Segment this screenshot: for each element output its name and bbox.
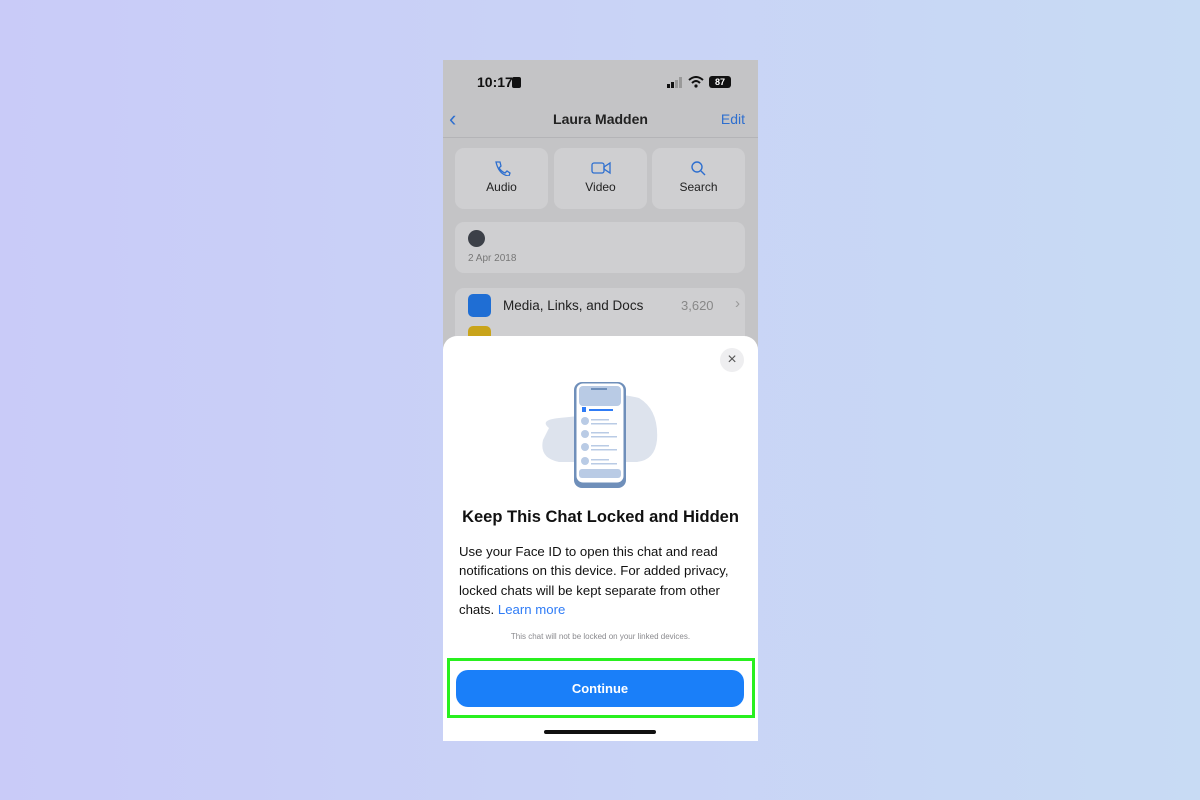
home-indicator xyxy=(544,730,656,734)
contact-name: Laura Madden xyxy=(553,111,648,127)
edit-button[interactable]: Edit xyxy=(721,111,745,127)
avatar xyxy=(468,230,485,247)
video-icon xyxy=(590,161,611,175)
phone-screen: 10:17 87 ‹ Laura Madden Edit Audio Video… xyxy=(443,60,758,741)
nav-bar: ‹ Laura Madden Edit xyxy=(443,100,758,138)
signal-icon xyxy=(667,77,682,88)
media-label: Media, Links, and Docs xyxy=(503,298,644,313)
video-button[interactable]: Video xyxy=(554,148,647,209)
battery-indicator: 87 xyxy=(709,76,731,88)
continue-button[interactable]: Continue xyxy=(456,670,744,707)
status-time: 10:17 xyxy=(477,74,513,90)
contact-card-icon xyxy=(512,77,521,88)
wifi-icon xyxy=(688,76,704,88)
sheet-title: Keep This Chat Locked and Hidden xyxy=(462,508,739,526)
media-count: 3,620 xyxy=(681,298,714,313)
media-icon xyxy=(468,294,491,317)
date-label: 2 Apr 2018 xyxy=(468,253,517,264)
search-button[interactable]: Search xyxy=(652,148,745,209)
audio-button[interactable]: Audio xyxy=(455,148,548,209)
phone-lock-illustration xyxy=(542,382,658,488)
search-label: Search xyxy=(679,180,718,194)
close-button[interactable]: × xyxy=(720,348,744,372)
video-label: Video xyxy=(585,180,616,194)
info-card: 2 Apr 2018 xyxy=(455,222,745,273)
audio-label: Audio xyxy=(486,180,517,194)
learn-more-link[interactable]: Learn more xyxy=(498,602,565,617)
close-icon: × xyxy=(727,351,737,368)
search-icon xyxy=(690,161,705,176)
sheet-description: Use your Face ID to open this chat and r… xyxy=(459,542,749,619)
linked-devices-note: This chat will not be locked on your lin… xyxy=(510,632,691,641)
lock-chat-sheet: × Keep This Chat Locked and Hidden Use y… xyxy=(443,336,758,741)
status-bar: 10:17 87 xyxy=(443,74,758,94)
chevron-right-icon: › xyxy=(735,295,740,312)
phone-icon xyxy=(494,161,511,176)
